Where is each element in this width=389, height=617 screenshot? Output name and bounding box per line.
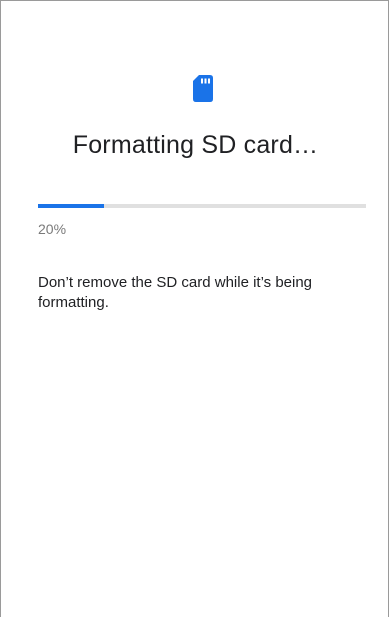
- page-title: Formatting SD card…: [72, 131, 319, 159]
- format-screen: Formatting SD card… 20% Don’t remove the…: [0, 0, 389, 617]
- progress-bar: [38, 204, 366, 208]
- warning-message: Don’t remove the SD card while it’s bein…: [38, 274, 313, 311]
- sd-card-icon: [193, 75, 213, 102]
- progress-bar-fill: [38, 204, 104, 208]
- progress-percent-label: 20%: [38, 221, 67, 237]
